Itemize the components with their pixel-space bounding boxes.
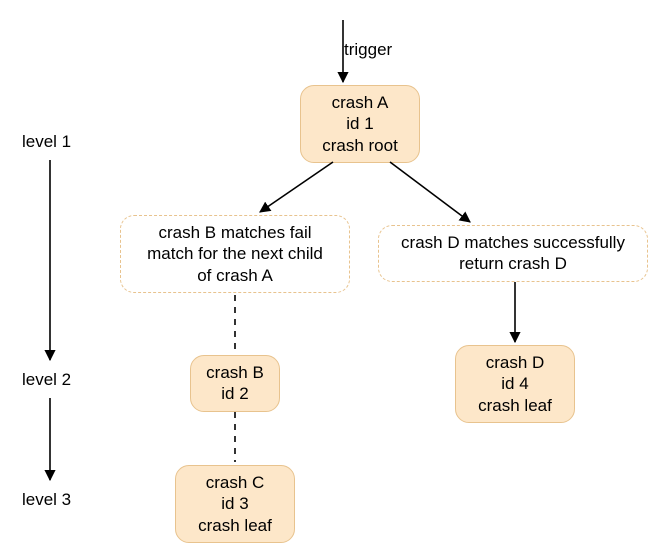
node-b-line2: id 2 bbox=[221, 384, 248, 403]
node-crash-c: crash C id 3 crash leaf bbox=[175, 465, 295, 543]
ghost-d-line2: return crash D bbox=[459, 254, 567, 273]
node-c-line1: crash C bbox=[206, 473, 265, 492]
node-crash-b: crash B id 2 bbox=[190, 355, 280, 412]
trigger-edge-label: trigger bbox=[344, 40, 392, 60]
node-d-line2: id 4 bbox=[501, 374, 528, 393]
level-3-label: level 3 bbox=[22, 490, 71, 510]
level-2-label: level 2 bbox=[22, 370, 71, 390]
node-crash-a: crash A id 1 crash root bbox=[300, 85, 420, 163]
node-d-line1: crash D bbox=[486, 353, 545, 372]
node-a-line3: crash root bbox=[322, 136, 398, 155]
node-a-line2: id 1 bbox=[346, 114, 373, 133]
ghost-b-line1: crash B matches fail bbox=[158, 223, 311, 242]
node-match-b-fail: crash B matches fail match for the next … bbox=[120, 215, 350, 293]
node-b-line1: crash B bbox=[206, 363, 264, 382]
node-match-d-success: crash D matches successfully return cras… bbox=[378, 225, 648, 282]
level-1-label: level 1 bbox=[22, 132, 71, 152]
node-a-line1: crash A bbox=[332, 93, 389, 112]
node-c-line2: id 3 bbox=[221, 494, 248, 513]
ghost-b-line3: of crash A bbox=[197, 266, 273, 285]
ghost-d-line1: crash D matches successfully bbox=[401, 233, 625, 252]
ghost-b-line2: match for the next child bbox=[147, 244, 323, 263]
node-d-line3: crash leaf bbox=[478, 396, 552, 415]
edge-a-to-bghost bbox=[260, 162, 333, 212]
node-c-line3: crash leaf bbox=[198, 516, 272, 535]
node-crash-d: crash D id 4 crash leaf bbox=[455, 345, 575, 423]
edge-a-to-dghost bbox=[390, 162, 470, 222]
